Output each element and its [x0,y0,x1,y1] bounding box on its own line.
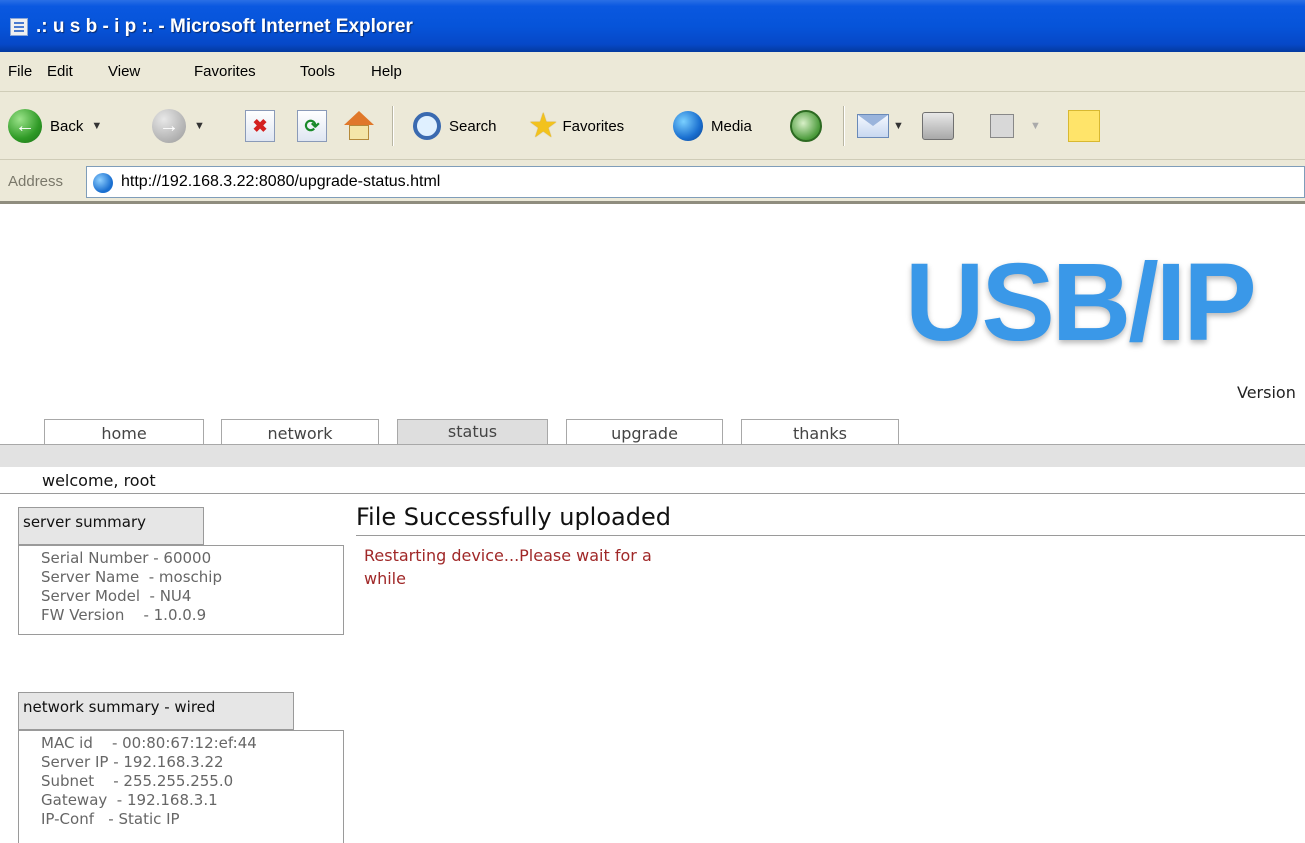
media-label: Media [711,117,752,135]
media-icon [673,111,703,141]
fw-version: FW Version - 1.0.0.9 [41,606,207,624]
menu-edit[interactable]: Edit [47,63,73,80]
home-icon [342,109,376,143]
chevron-down-icon[interactable]: ▼ [194,120,205,132]
print-button[interactable] [922,106,954,146]
refresh-button[interactable]: ⟳ [297,106,327,146]
chevron-down-icon[interactable]: ▼ [91,120,102,132]
favorites-label: Favorites [562,117,625,135]
address-input[interactable]: http://192.168.3.22:8080/upgrade-status.… [86,166,1305,198]
server-summary-panel: Serial Number - 60000 Server Name - mosch… [18,545,344,635]
server-model: Server Model - NU4 [41,587,192,605]
toolbar-separator [392,106,394,146]
forward-button[interactable]: → ▼ [152,106,205,146]
mac-id: MAC id - 00:80:67:12:ef:44 [41,734,257,752]
toolbar-separator [843,106,845,146]
back-label: Back [50,117,84,135]
favorites-button[interactable]: ★ Favorites [528,106,624,146]
menu-file[interactable]: File [8,63,32,80]
search-icon [413,112,441,140]
edit-button[interactable]: ▼ [990,106,1041,146]
chevron-down-icon[interactable]: ▼ [1030,120,1041,132]
messenger-button[interactable] [1068,106,1100,146]
server-name: Server Name - moschip [41,568,222,586]
server-ip: Server IP - 192.168.3.22 [41,753,224,771]
nav-tabs: home network status upgrade thanks [0,419,1305,445]
title-bar: .: u s b - i p :. - Microsoft Internet E… [0,0,1305,52]
stop-button[interactable]: ✖ [245,106,275,146]
search-button[interactable]: Search [413,106,497,146]
chevron-down-icon[interactable]: ▼ [893,120,904,132]
menu-favorites[interactable]: Favorites [194,63,256,80]
tab-network[interactable]: network [221,419,379,445]
address-label: Address [8,173,64,190]
heading-divider [356,535,1305,536]
menu-bar: File Edit View Favorites Tools Help [0,52,1305,92]
stop-icon: ✖ [245,110,275,142]
subnet: Subnet - 255.255.255.0 [41,772,234,790]
server-summary-title: server summary [18,507,204,545]
status-message: Restarting device...Please wait for a wh… [364,546,652,588]
edit-icon [990,114,1014,138]
note-icon [1068,110,1100,142]
back-arrow-icon: ← [8,109,42,143]
star-icon: ★ [528,107,559,145]
address-bar: Address http://192.168.3.22:8080/upgrade… [0,160,1305,204]
history-icon [790,110,822,142]
ie-page-icon [93,173,113,193]
refresh-icon: ⟳ [297,110,327,142]
ie-page-icon [10,18,28,36]
usbip-logo: USB/IP [905,241,1257,364]
tab-upgrade[interactable]: upgrade [566,419,723,445]
menu-tools[interactable]: Tools [300,63,335,80]
gateway: Gateway - 192.168.3.1 [41,791,218,809]
back-button[interactable]: ← Back ▼ [8,106,102,146]
forward-arrow-icon: → [152,109,186,143]
window-title: .: u s b - i p :. - Microsoft Internet E… [36,16,413,37]
version-label: Version [1237,383,1296,402]
menu-help[interactable]: Help [371,63,402,80]
address-url[interactable]: http://192.168.3.22:8080/upgrade-status.… [121,173,440,191]
ip-conf: IP-Conf - Static IP [41,810,180,828]
network-summary-panel: MAC id - 00:80:67:12:ef:44 Server IP - 19… [18,730,344,843]
history-button[interactable] [790,106,822,146]
network-summary-title: network summary - wired [18,692,294,730]
printer-icon [922,112,954,140]
menu-view[interactable]: View [108,63,140,80]
serial-number: Serial Number - 60000 [41,549,212,567]
welcome-text: welcome, root [42,471,156,490]
page-heading: File Successfully uploaded [356,503,671,531]
divider [0,493,1305,494]
nav-bar [0,445,1305,467]
search-label: Search [449,117,497,135]
mail-button[interactable]: ▼ [857,106,904,146]
media-button[interactable]: Media [673,106,752,146]
tab-home[interactable]: home [44,419,204,445]
toolbar: ← Back ▼ → ▼ ✖ ⟳ Search ★ Favorites Medi… [0,92,1305,160]
mail-icon [857,114,889,138]
home-button[interactable] [342,106,376,146]
tab-status[interactable]: status [397,419,548,445]
tab-thanks[interactable]: thanks [741,419,899,445]
